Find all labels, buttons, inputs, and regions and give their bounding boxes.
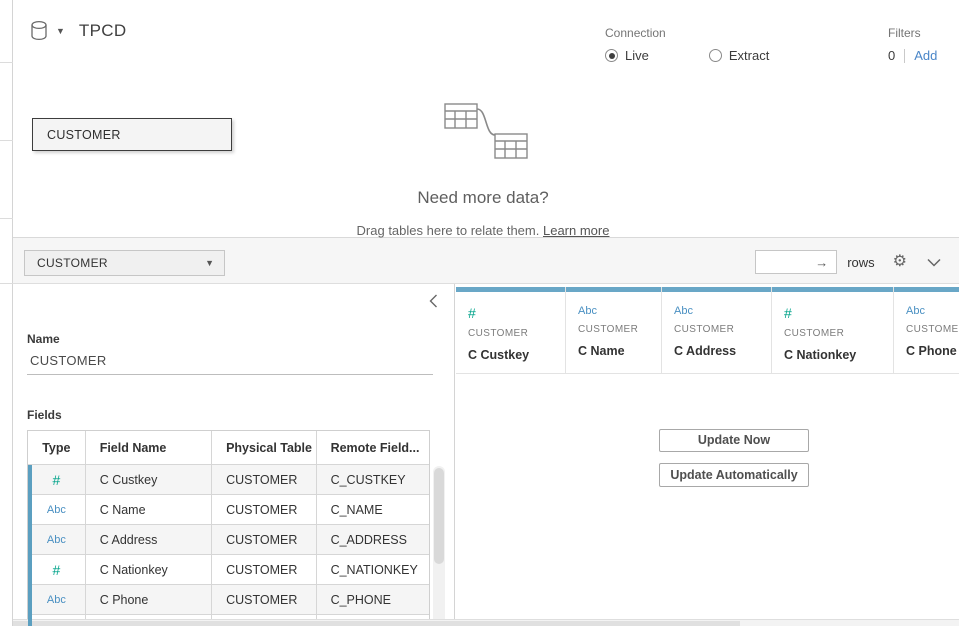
logical-table-customer[interactable]: CUSTOMER bbox=[32, 118, 232, 151]
update-automatically-button[interactable]: Update Automatically bbox=[659, 463, 809, 487]
column-accent-bar bbox=[566, 287, 661, 292]
data-grid-header: # CUSTOMER C Custkey Abc CUSTOMER C Name… bbox=[456, 287, 959, 373]
relationship-canvas: ▼ TPCD Connection Live Extract Filters 0 bbox=[13, 0, 959, 238]
filters-block: Filters 0 Add bbox=[888, 26, 937, 63]
divider bbox=[27, 374, 433, 375]
database-caret-icon[interactable]: ▼ bbox=[56, 27, 65, 36]
strip-divider bbox=[0, 283, 13, 284]
strip-divider bbox=[0, 62, 13, 63]
string-type-icon: Abc bbox=[578, 305, 661, 317]
left-edge-strip bbox=[0, 0, 13, 626]
datasource-brand: ▼ TPCD bbox=[30, 20, 126, 42]
number-type-icon: # bbox=[28, 465, 86, 494]
radio-live-icon[interactable] bbox=[605, 49, 618, 62]
datasource-title: TPCD bbox=[79, 21, 126, 41]
datasource-page: ▼ TPCD Connection Live Extract Filters 0 bbox=[0, 0, 959, 626]
data-grid-toolbar: CUSTOMER ▼ → rows ⚙ bbox=[0, 238, 959, 284]
strip-divider bbox=[0, 140, 13, 141]
number-type-icon: # bbox=[28, 555, 86, 584]
radio-extract[interactable]: Extract bbox=[709, 48, 769, 63]
divider bbox=[456, 373, 959, 374]
grid-column-header[interactable]: Abc CUSTOMER C Phone bbox=[894, 287, 959, 373]
grid-column-header[interactable]: Abc CUSTOMER C Name bbox=[566, 287, 662, 373]
column-accent-bar bbox=[662, 287, 771, 292]
table-details-panel: Name CUSTOMER Fields Type Field Name Phy… bbox=[13, 284, 455, 626]
string-type-icon: Abc bbox=[906, 305, 959, 317]
string-type-icon: Abc bbox=[28, 585, 86, 614]
number-type-icon: # bbox=[784, 305, 893, 321]
fields-table: Type Field Name Physical Table Remote Fi… bbox=[27, 430, 430, 626]
fields-table-scrollbar[interactable] bbox=[433, 466, 445, 626]
update-now-button[interactable]: Update Now bbox=[659, 429, 809, 452]
table-select-dropdown[interactable]: CUSTOMER ▼ bbox=[24, 250, 225, 276]
table-name-input[interactable]: CUSTOMER bbox=[30, 353, 107, 368]
number-type-icon: # bbox=[468, 305, 565, 321]
horizontal-scrollbar[interactable] bbox=[0, 619, 959, 626]
chevron-down-icon[interactable] bbox=[927, 258, 941, 267]
grid-column-header[interactable]: # CUSTOMER C Nationkey bbox=[772, 287, 894, 373]
table-row[interactable]: Abc C Phone CUSTOMER C_PHONE bbox=[28, 585, 429, 615]
grid-column-header[interactable]: # CUSTOMER C Custkey bbox=[456, 287, 566, 373]
empty-state: Need more data? Drag tables here to rela… bbox=[313, 96, 653, 238]
fields-label: Fields bbox=[27, 408, 62, 422]
table-row[interactable]: Abc C Address CUSTOMER C_ADDRESS bbox=[28, 525, 429, 555]
filters-add-link[interactable]: Add bbox=[914, 48, 937, 63]
radio-extract-icon[interactable] bbox=[709, 49, 722, 62]
table-row[interactable]: Abc C Name CUSTOMER C_NAME bbox=[28, 495, 429, 525]
column-accent-bar bbox=[894, 287, 959, 292]
fields-table-header: Type Field Name Physical Table Remote Fi… bbox=[28, 431, 429, 465]
column-accent-bar bbox=[772, 287, 893, 292]
filters-count: 0 bbox=[888, 48, 895, 63]
database-icon[interactable] bbox=[30, 20, 50, 42]
selected-rows-accent bbox=[28, 465, 32, 626]
connection-label: Connection bbox=[605, 26, 769, 40]
learn-more-link[interactable]: Learn more bbox=[543, 223, 609, 238]
empty-state-title: Need more data? bbox=[313, 188, 653, 208]
table-row[interactable]: # C Custkey CUSTOMER C_CUSTKEY bbox=[28, 465, 429, 495]
connection-block: Connection Live Extract bbox=[605, 26, 769, 63]
name-label: Name bbox=[27, 332, 60, 346]
radio-live[interactable]: Live bbox=[605, 48, 649, 63]
chevron-down-icon: ▼ bbox=[205, 258, 214, 268]
scrollbar-thumb[interactable] bbox=[434, 468, 444, 564]
collapse-panel-icon[interactable] bbox=[429, 294, 438, 308]
grid-column-header[interactable]: Abc CUSTOMER C Address bbox=[662, 287, 772, 373]
filters-label: Filters bbox=[888, 26, 937, 40]
empty-state-hint: Drag tables here to relate them. Learn m… bbox=[313, 223, 653, 238]
gear-icon[interactable]: ⚙ bbox=[893, 254, 907, 270]
relate-tables-icon bbox=[423, 96, 543, 166]
data-grid: # CUSTOMER C Custkey Abc CUSTOMER C Name… bbox=[456, 284, 959, 618]
rows-count-input[interactable]: → bbox=[755, 250, 837, 274]
string-type-icon: Abc bbox=[674, 305, 771, 317]
column-accent-bar bbox=[456, 287, 565, 292]
divider bbox=[904, 49, 905, 63]
scrollbar-thumb[interactable] bbox=[13, 621, 740, 626]
strip-divider bbox=[0, 218, 13, 219]
string-type-icon: Abc bbox=[28, 495, 86, 524]
table-row[interactable]: # C Nationkey CUSTOMER C_NATIONKEY bbox=[28, 555, 429, 585]
string-type-icon: Abc bbox=[28, 525, 86, 554]
arrow-right-icon: → bbox=[815, 256, 828, 269]
rows-label: rows bbox=[847, 255, 874, 270]
